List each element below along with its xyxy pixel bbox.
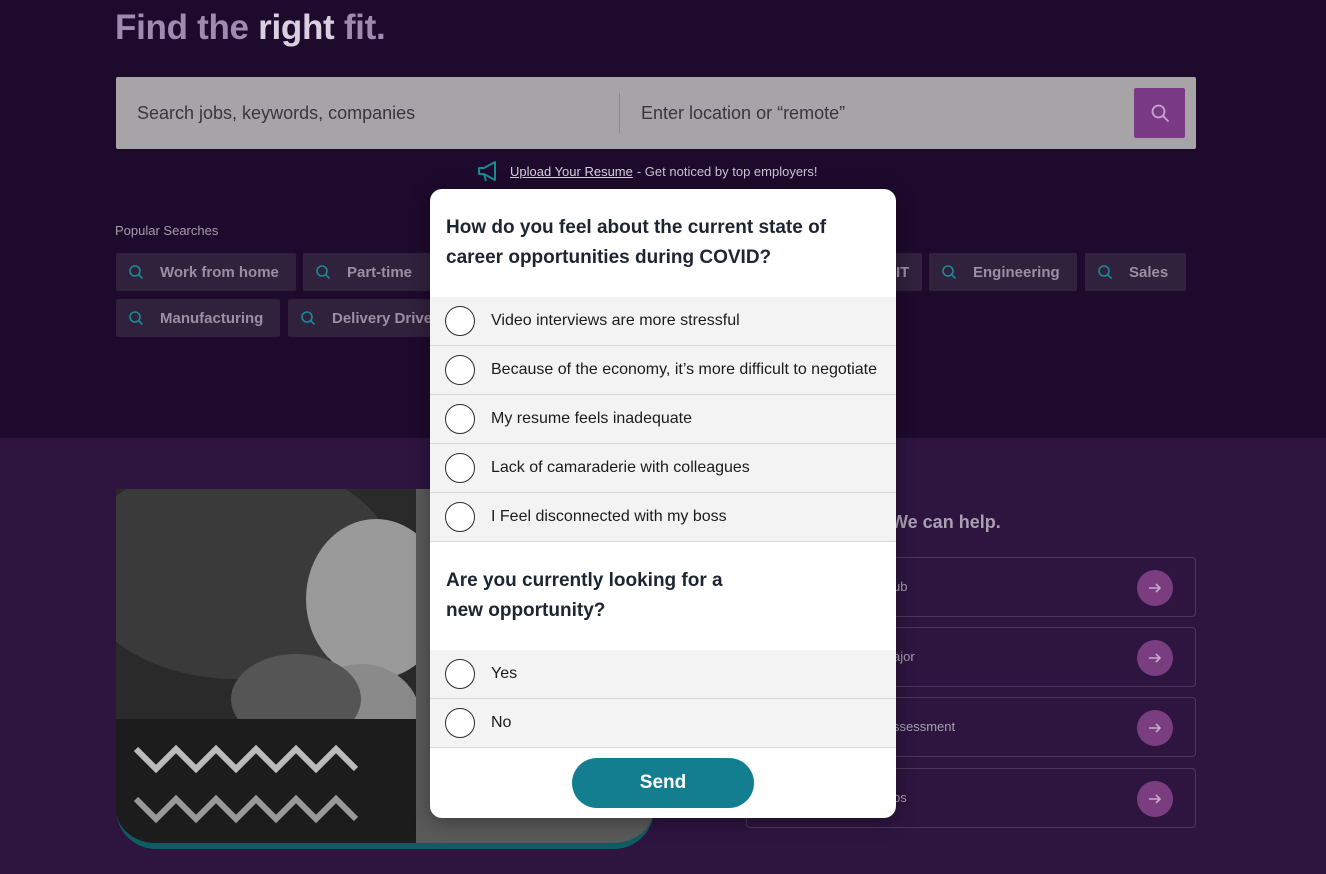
chip-manufacturing[interactable]: Manufacturing <box>116 299 280 337</box>
option-label: Lack of camaraderie with colleagues <box>491 459 750 476</box>
chip-label: IT <box>896 263 910 281</box>
search-icon <box>129 265 144 280</box>
question-2-line-1: Are you currently looking for a <box>446 570 723 591</box>
chip-label: Work from home <box>160 263 279 281</box>
option-label: I Feel disconnected with my boss <box>491 508 727 525</box>
chip-label: Manufacturing <box>160 309 264 327</box>
chip-label: Part-time <box>347 263 413 281</box>
q1-option-economy[interactable]: Because of the economy, it’s more diffic… <box>430 346 896 395</box>
chip-label: Delivery Drive <box>332 309 430 327</box>
title-part-3: fit. <box>334 8 386 47</box>
radio-button[interactable] <box>445 306 475 336</box>
radio-button[interactable] <box>445 502 475 532</box>
page-title: Find the right fit. <box>115 8 386 48</box>
radio-button[interactable] <box>445 453 475 483</box>
arrow-right-icon <box>1137 710 1173 746</box>
q2-option-no[interactable]: No <box>430 699 896 748</box>
chip-label: Engineering <box>973 263 1060 281</box>
search-icon <box>1098 265 1113 280</box>
option-label: Yes <box>491 665 518 682</box>
search-icon <box>301 311 316 326</box>
chip-delivery-driver[interactable]: Delivery Drive <box>288 299 430 337</box>
radio-button[interactable] <box>445 708 475 738</box>
megaphone-icon <box>478 161 496 182</box>
help-card-label: ssessment <box>893 719 956 734</box>
chip-label: Sales <box>1129 263 1169 281</box>
upload-resume-line: Upload Your Resume - Get noticed by top … <box>476 158 818 184</box>
arrow-right-icon <box>1137 640 1173 676</box>
keywords-search-input[interactable]: Search jobs, keywords, companies <box>137 77 617 149</box>
radio-button[interactable] <box>445 355 475 385</box>
upload-resume-tagline: - Get noticed by top employers! <box>636 163 818 179</box>
search-icon <box>129 311 144 326</box>
chip-part-time[interactable]: Part-time <box>303 253 430 291</box>
q1-option-camaraderie[interactable]: Lack of camaraderie with colleagues <box>430 444 896 493</box>
question-1-line-1: How do you feel about the current state … <box>446 217 827 238</box>
chip-sales[interactable]: Sales <box>1085 253 1186 291</box>
upload-resume-link[interactable]: Upload Your Resume <box>510 164 633 179</box>
option-label: Video interviews are more stressful <box>491 312 740 329</box>
title-part-2: right <box>258 8 335 47</box>
search-icon <box>942 265 957 280</box>
q2-option-yes[interactable]: Yes <box>430 650 896 699</box>
popular-searches-label: Popular Searches <box>115 223 219 238</box>
option-label: My resume feels inadequate <box>491 410 692 427</box>
option-label: No <box>491 714 512 731</box>
question-2-line-2: new opportunity? <box>446 600 606 621</box>
q1-option-disconnected[interactable]: I Feel disconnected with my boss <box>430 493 896 542</box>
question-1-title: How do you feel about the current state … <box>446 213 826 273</box>
question-1-line-2: career opportunities during COVID? <box>446 247 772 268</box>
search-divider <box>619 93 620 133</box>
chip-engineering[interactable]: Engineering <box>929 253 1077 291</box>
option-label: Because of the economy, it’s more diffic… <box>491 361 877 378</box>
survey-modal: How do you feel about the current state … <box>430 189 896 818</box>
arrow-right-icon <box>1137 781 1173 817</box>
q1-option-resume[interactable]: My resume feels inadequate <box>430 395 896 444</box>
chip-work-from-home[interactable]: Work from home <box>116 253 296 291</box>
location-search-input[interactable]: Enter location or “remote” <box>641 77 1121 149</box>
search-icon <box>316 265 331 280</box>
radio-button[interactable] <box>445 659 475 689</box>
search-bar: Search jobs, keywords, companies Enter l… <box>116 77 1196 149</box>
send-button[interactable]: Send <box>572 758 754 808</box>
search-icon <box>1151 104 1169 122</box>
help-title: We can help. <box>891 512 1001 532</box>
title-part-1: Find the <box>115 8 259 47</box>
radio-button[interactable] <box>445 404 475 434</box>
question-2-title: Are you currently looking for a new oppo… <box>446 566 723 626</box>
arrow-right-icon <box>1137 570 1173 606</box>
q1-option-video-interviews[interactable]: Video interviews are more stressful <box>430 297 896 346</box>
help-card-label: ajor <box>893 649 915 664</box>
search-button[interactable] <box>1134 88 1185 138</box>
